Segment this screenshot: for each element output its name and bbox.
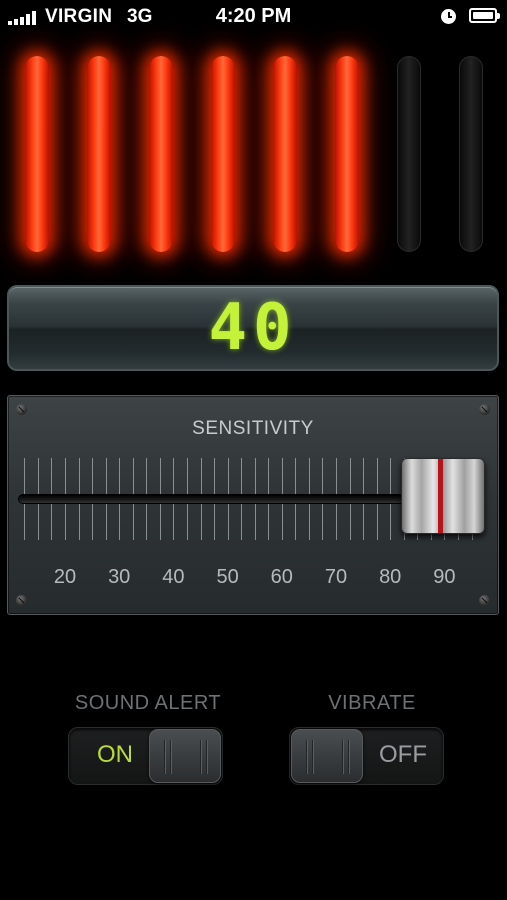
level-bar: [211, 56, 235, 252]
level-bar: [149, 56, 173, 252]
level-bar: [335, 56, 359, 252]
scale-label: 30: [108, 566, 131, 588]
battery-icon: [469, 8, 500, 23]
scale-label: 40: [162, 566, 185, 588]
readout-value: 40: [208, 291, 298, 365]
vibrate-state: OFF: [379, 741, 427, 768]
level-bar: [459, 56, 483, 252]
sensitivity-slider-track[interactable]: [18, 494, 420, 504]
level-readout: 40: [7, 285, 499, 371]
level-bar: [397, 56, 421, 252]
vibrate-toggle-thumb[interactable]: [291, 729, 363, 783]
status-bar: VIRGIN 3G 4:20 PM: [0, 0, 507, 34]
level-meter: [0, 40, 507, 270]
vibrate-label: VIBRATE: [328, 692, 416, 714]
scale-label: 70: [324, 566, 348, 588]
scale-label: 20: [53, 566, 77, 588]
status-time: 4:20 PM: [215, 5, 292, 27]
sound-alert-state: ON: [97, 741, 133, 768]
sound-alert-toggle-thumb[interactable]: [149, 729, 221, 783]
sensitivity-panel: SENSITIVITY 20 30 40 50 60 70 80 90: [7, 395, 499, 615]
level-bar: [25, 56, 49, 252]
alarm-clock-icon: [441, 9, 456, 24]
scale-label: 60: [270, 566, 293, 588]
sound-alert-label: SOUND ALERT: [74, 692, 222, 714]
level-bar: [273, 56, 297, 252]
scale-label: 90: [433, 566, 456, 588]
scale-label: 80: [379, 566, 402, 588]
level-bar: [87, 56, 111, 252]
sensitivity-slider-knob[interactable]: [401, 458, 485, 534]
sound-alert-toggle[interactable]: ON: [68, 727, 223, 785]
vibrate-toggle[interactable]: OFF: [289, 727, 444, 785]
scale-label: 50: [216, 566, 239, 588]
